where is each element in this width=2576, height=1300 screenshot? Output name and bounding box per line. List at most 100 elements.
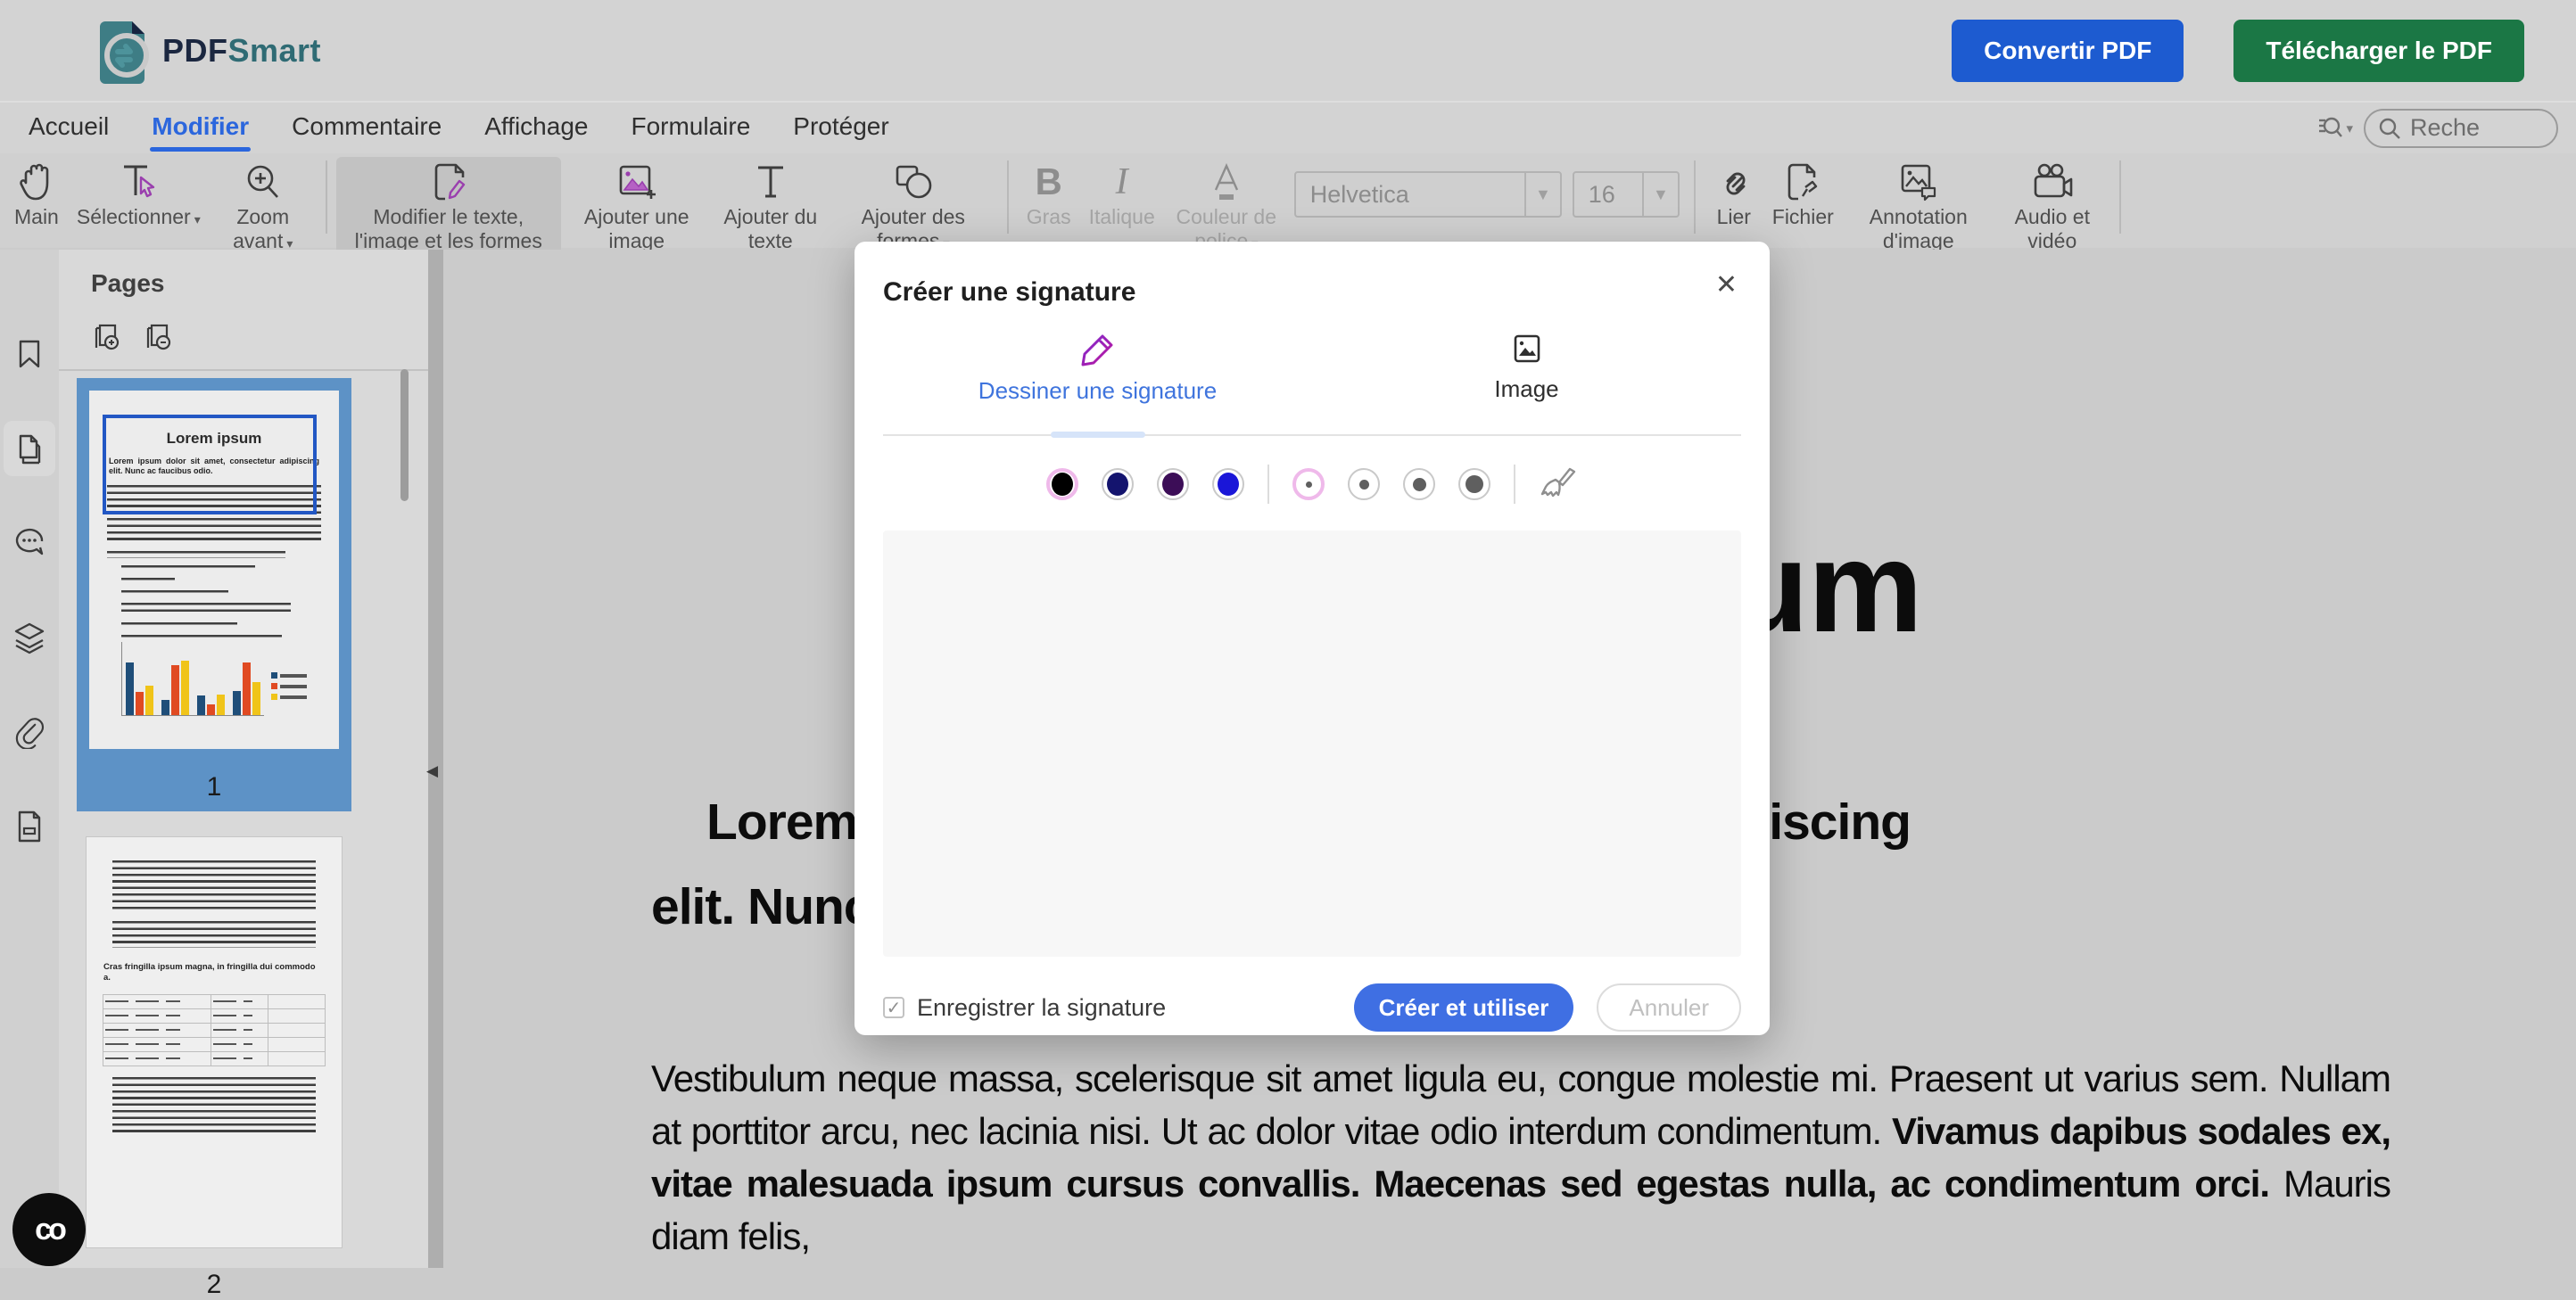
sidebar-item-pages[interactable] [4, 421, 55, 476]
font-size-select[interactable]: 16 ▼ [1573, 171, 1680, 218]
chart-bar [197, 695, 205, 715]
sidebar-item-comments[interactable] [4, 515, 55, 571]
thumb-chart-legend [271, 672, 307, 700]
thumbnails-zoom-out-button[interactable] [143, 321, 175, 353]
tab-commentaire[interactable]: Commentaire [290, 107, 443, 150]
tab-accueil[interactable]: Accueil [27, 107, 111, 150]
sidebar-item-bookmarks[interactable] [4, 326, 55, 382]
thumbnail-1-page: Lorem ipsum Lorem ipsum dolor sit amet, … [89, 391, 339, 749]
chart-bar-group [233, 662, 260, 715]
stroke-size-option[interactable] [1403, 468, 1435, 500]
pencil-icon [1079, 331, 1117, 368]
font-family-value: Helvetica [1296, 181, 1524, 209]
save-signature-checkbox[interactable]: ✓ [883, 997, 904, 1018]
font-color-icon [1209, 159, 1244, 205]
pages-panel: Pages Lorem ipsum Lorem ipsum dolor sit … [59, 250, 428, 1268]
stroke-size-option[interactable] [1348, 468, 1380, 500]
create-and-use-button[interactable]: Créer et utiliser [1354, 983, 1574, 1032]
chart-bar [145, 686, 153, 715]
chart-bar [171, 665, 179, 715]
ink-color-swatch[interactable] [1212, 468, 1244, 500]
toolbar-audio-video[interactable]: Audio et vidéo [1994, 157, 2110, 255]
chart-legend-item [271, 694, 307, 700]
link-icon [1713, 159, 1754, 205]
thumb2-heading: Cras fringilla ipsum magna, in fringilla… [103, 962, 325, 983]
toolbar-add-text[interactable]: Ajouter du texte [713, 157, 829, 255]
collapse-panel-arrow[interactable]: ◀ [426, 762, 438, 780]
comment-icon [12, 527, 46, 559]
page-thumbnail-2[interactable]: Cras fringilla ipsum magna, in fringilla… [86, 836, 343, 1270]
toolbar-italic-label: Italique [1089, 205, 1155, 228]
stroke-size-option[interactable] [1292, 468, 1325, 500]
chart-bar-group [126, 662, 153, 715]
search-options-button[interactable]: ▾ [2317, 115, 2353, 142]
caret-down-icon: ▾ [286, 236, 293, 251]
tab-draw-label: Dessiner une signature [978, 377, 1217, 405]
toolbar-add-image[interactable]: Ajouter une image [561, 157, 713, 255]
left-icon-strip [0, 250, 59, 1268]
thumbnails-zoom-in-button[interactable] [91, 321, 123, 353]
toolbar-zoom-in[interactable]: Zoom avant▾ [210, 157, 317, 258]
paperclip-icon [12, 715, 46, 749]
toolbar-image-annotation[interactable]: Annotation d'image [1843, 157, 1994, 255]
tab-draw-signature[interactable]: Dessiner une signature [883, 331, 1312, 434]
toolbar-edit-content-label: Modifier le texte, l'image et les formes [355, 205, 542, 252]
close-icon[interactable]: ✕ [1715, 272, 1738, 299]
toolbar-select-tool[interactable]: Sélectionner▾ [68, 157, 210, 234]
toolbar-hand-tool[interactable]: Main [5, 157, 68, 231]
thumb1-line [107, 551, 285, 558]
toolbar-bold[interactable]: B Gras [1018, 157, 1080, 231]
sidebar-item-page-info[interactable] [4, 799, 55, 854]
current-view-rectangle[interactable] [103, 415, 317, 514]
sidebar-item-attachments[interactable] [4, 704, 55, 760]
thumb-chart-bars [121, 642, 264, 716]
search-options-caret: ▾ [2346, 120, 2353, 136]
tab-proteger[interactable]: Protéger [791, 107, 890, 150]
stroke-size-option[interactable] [1458, 468, 1490, 500]
toolbar-separator [326, 160, 327, 234]
image-annotation-icon [1897, 159, 1940, 205]
pages-icon [13, 432, 45, 465]
search-icon [2378, 117, 2401, 140]
search-placeholder: Reche [2410, 114, 2480, 142]
chart-bar [217, 695, 225, 715]
signature-tool-row [883, 459, 1741, 509]
tab-formulaire[interactable]: Formulaire [629, 107, 752, 150]
panel-resize-gutter[interactable] [428, 250, 443, 1268]
toolbar-attach-file[interactable]: Fichier [1763, 157, 1843, 231]
toolbar-edit-content[interactable]: Modifier le texte, l'image et les formes [336, 157, 561, 255]
pdfsmart-logo-icon [93, 18, 150, 84]
toolbar-select-label: Sélectionner [77, 205, 191, 228]
toolbar-italic[interactable]: I Italique [1080, 157, 1164, 231]
download-pdf-button[interactable]: Télécharger le PDF [2233, 20, 2524, 82]
ink-color-swatch[interactable] [1157, 468, 1189, 500]
clear-canvas-button[interactable] [1539, 466, 1578, 502]
tab-affichage[interactable]: Affichage [483, 107, 590, 150]
active-tab-underline [1051, 432, 1145, 438]
search-input[interactable]: Reche [2364, 109, 2558, 148]
image-icon [1509, 331, 1545, 366]
convert-pdf-button[interactable]: Convertir PDF [1952, 20, 2184, 82]
brand-name: PDFSmart [162, 32, 321, 70]
cancel-button[interactable]: Annuler [1597, 983, 1741, 1032]
tab-modifier[interactable]: Modifier [150, 107, 251, 150]
tab-image-signature[interactable]: Image [1312, 331, 1741, 434]
sidebar-item-layers[interactable] [4, 610, 55, 665]
signature-tabs: Dessiner une signature Image [883, 331, 1741, 436]
thumb1-bar-chart [121, 642, 307, 716]
signature-draw-canvas[interactable] [883, 531, 1741, 957]
font-family-select[interactable]: Helvetica ▼ [1294, 171, 1562, 218]
ink-color-swatch[interactable] [1046, 468, 1078, 500]
toolbar-file-label: Fichier [1772, 205, 1834, 228]
panel-scrollbar[interactable] [400, 369, 409, 501]
page-thumbnail-1[interactable]: Lorem ipsum Lorem ipsum dolor sit amet, … [77, 378, 351, 811]
page-1-number: 1 [77, 772, 351, 802]
page-2-number: 2 [86, 1270, 343, 1300]
toolbar-hand-label: Main [14, 205, 59, 228]
ink-color-swatch[interactable] [1102, 468, 1134, 500]
chevron-down-icon: ▼ [1524, 173, 1560, 216]
cookie-consent-badge[interactable]: co [12, 1193, 86, 1266]
edit-toolbar: Main Sélectionner▾ Zoom avant▾ Modifier … [0, 153, 2576, 248]
italic-icon: I [1116, 159, 1128, 205]
toolbar-link[interactable]: Lier [1705, 157, 1763, 231]
